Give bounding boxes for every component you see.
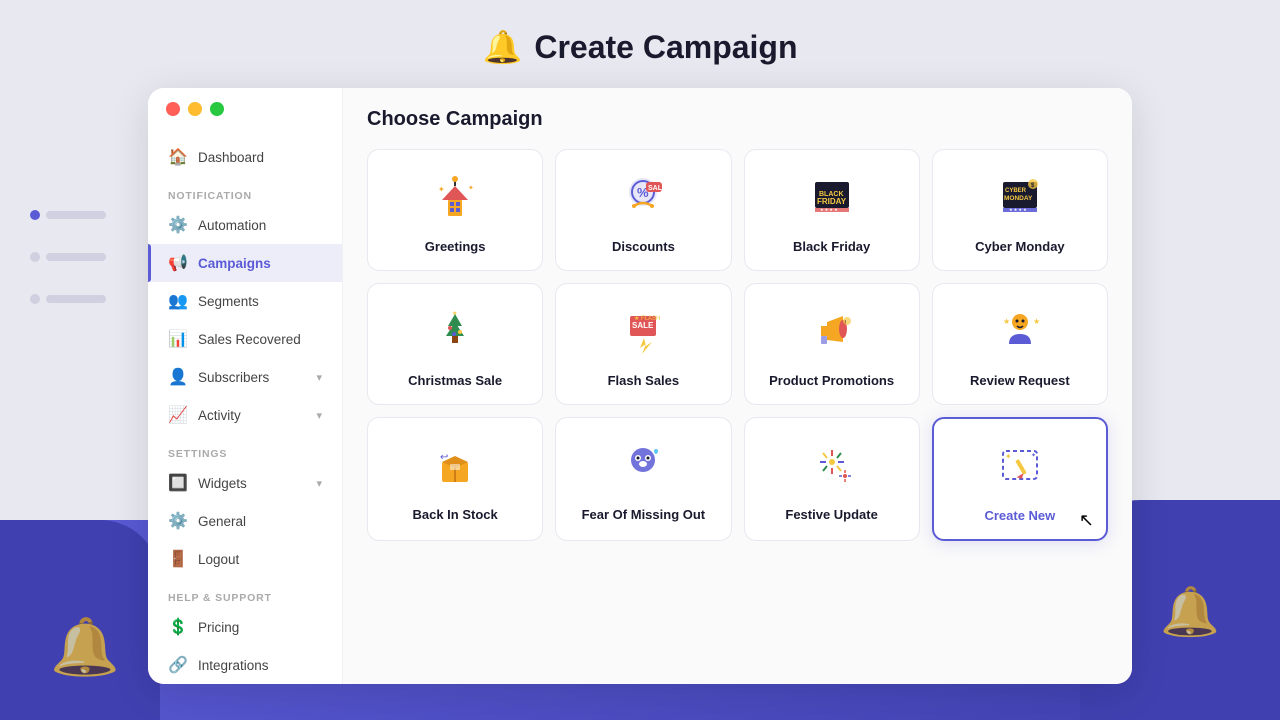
- campaign-card-create-new[interactable]: ✦ ✦ Create New ↖: [932, 417, 1108, 541]
- cyber-monday-icon: CYBER MONDAY ★ ★ ★ ★ $: [995, 172, 1045, 229]
- campaign-grid: ✦ ✦ Greetings %: [367, 149, 1108, 541]
- svg-text:★: ★: [452, 310, 457, 317]
- campaigns-icon: 📢: [168, 253, 188, 273]
- svg-text:★ FLASH: ★ FLASH: [634, 315, 660, 322]
- window-controls: [166, 102, 224, 116]
- review-request-icon: ★ ★: [995, 306, 1045, 363]
- sidebar-item-segments[interactable]: 👥 Segments: [148, 282, 342, 320]
- main-window: 🏠 Dashboard NOTIFICATION ⚙️ Automation 📢…: [148, 88, 1132, 684]
- bell-bottom-right-decoration: 🔔: [1160, 583, 1220, 640]
- page-title: 🔔 Create Campaign: [482, 28, 797, 66]
- integrations-icon: 🔗: [168, 655, 188, 675]
- christmas-sale-icon: ★: [430, 306, 480, 363]
- sidebar-item-logout[interactable]: 🚪 Logout: [148, 540, 342, 578]
- sidebar-item-campaigns[interactable]: 📢 Campaigns: [148, 244, 342, 282]
- activity-chevron: ▾: [316, 409, 322, 422]
- campaign-card-black-friday[interactable]: BLACK FRIDAY ★ ★ ★ ★ Black Friday: [744, 149, 920, 271]
- minimize-button[interactable]: [188, 102, 202, 116]
- svg-text:✦: ✦: [1005, 452, 1012, 461]
- svg-text:↩: ↩: [440, 452, 448, 463]
- svg-text:SALE: SALE: [632, 321, 654, 330]
- svg-text:CYBER: CYBER: [1005, 188, 1027, 194]
- festive-update-icon: [807, 440, 857, 497]
- svg-text:★: ★: [1033, 317, 1040, 326]
- widgets-chevron: ▾: [316, 477, 322, 490]
- svg-text:★ ★ ★ ★: ★ ★ ★ ★: [1009, 207, 1027, 212]
- flash-sales-icon: SALE ★ FLASH: [618, 306, 668, 363]
- product-promotions-icon: !: [807, 306, 857, 363]
- choose-campaign-title: Choose Campaign: [367, 108, 1108, 131]
- subscribers-icon: 👤: [168, 367, 188, 387]
- dashboard-icon: 🏠: [168, 147, 188, 167]
- sidebar-item-pricing[interactable]: 💲 Pricing: [148, 608, 342, 646]
- back-in-stock-icon: ↩: [430, 440, 480, 497]
- sidebar-item-integrations[interactable]: 🔗 Integrations: [148, 646, 342, 684]
- campaign-card-discounts[interactable]: % SALE Discounts: [555, 149, 731, 271]
- create-new-icon: ✦ ✦: [995, 441, 1045, 498]
- widgets-icon: 🔲: [168, 473, 188, 493]
- sidebar: 🏠 Dashboard NOTIFICATION ⚙️ Automation 📢…: [148, 88, 343, 684]
- campaign-card-greetings[interactable]: ✦ ✦ Greetings: [367, 149, 543, 271]
- campaign-card-festive-update[interactable]: Festive Update: [744, 417, 920, 541]
- help-section-label: HELP & SUPPORT: [148, 578, 342, 608]
- sidebar-item-automation[interactable]: ⚙️ Automation: [148, 206, 342, 244]
- black-friday-icon: BLACK FRIDAY ★ ★ ★ ★: [807, 172, 857, 229]
- sidebar-item-general[interactable]: ⚙️ General: [148, 502, 342, 540]
- sidebar-item-activity[interactable]: 📈 Activity ▾: [148, 396, 342, 434]
- sidebar-item-dashboard[interactable]: 🏠 Dashboard: [148, 138, 342, 176]
- svg-text:★: ★: [1003, 317, 1010, 326]
- automation-icon: ⚙️: [168, 215, 188, 235]
- sidebar-decorations: [30, 200, 106, 326]
- cursor-indicator: ↖: [1079, 510, 1094, 531]
- logout-icon: 🚪: [168, 549, 188, 569]
- svg-text:★ ★ ★ ★: ★ ★ ★ ★: [820, 207, 838, 212]
- svg-text:✦: ✦: [438, 185, 445, 194]
- greetings-icon: ✦ ✦: [430, 172, 480, 229]
- bell-icon-title: 🔔: [482, 28, 522, 66]
- campaign-card-cyber-monday[interactable]: CYBER MONDAY ★ ★ ★ ★ $ Cyber Monday: [932, 149, 1108, 271]
- svg-text:FRIDAY: FRIDAY: [817, 197, 847, 206]
- sales-recovered-icon: 📊: [168, 329, 188, 349]
- sidebar-item-subscribers[interactable]: 👤 Subscribers ▾: [148, 358, 342, 396]
- maximize-button[interactable]: [210, 102, 224, 116]
- svg-text:SALE: SALE: [648, 185, 667, 192]
- svg-text:✦: ✦: [468, 184, 474, 192]
- settings-section-label: SETTINGS: [148, 434, 342, 464]
- campaign-card-flash-sales[interactable]: SALE ★ FLASH Flash Sales: [555, 283, 731, 405]
- activity-icon: 📈: [168, 405, 188, 425]
- svg-text:!: !: [845, 320, 846, 326]
- sidebar-item-sales-recovered[interactable]: 📊 Sales Recovered: [148, 320, 342, 358]
- campaign-card-review-request[interactable]: ★ ★ Review Request: [932, 283, 1108, 405]
- svg-text:✦: ✦: [1031, 452, 1036, 459]
- campaign-card-christmas-sale[interactable]: ★ Christmas Sale: [367, 283, 543, 405]
- close-button[interactable]: [166, 102, 180, 116]
- content-area: Choose Campaign ✦: [343, 88, 1132, 684]
- pricing-icon: 💲: [168, 617, 188, 637]
- general-icon: ⚙️: [168, 511, 188, 531]
- campaign-card-fomo[interactable]: Fear Of Missing Out: [555, 417, 731, 541]
- svg-text:MONDAY: MONDAY: [1004, 195, 1033, 202]
- fomo-icon: [618, 440, 668, 497]
- page-header: 🔔 Create Campaign: [0, 0, 1280, 86]
- sidebar-item-widgets[interactable]: 🔲 Widgets ▾: [148, 464, 342, 502]
- campaign-card-back-in-stock[interactable]: ↩ Back In Stock: [367, 417, 543, 541]
- discounts-icon: % SALE: [618, 172, 668, 229]
- campaign-card-product-promotions[interactable]: ! Product Promotions: [744, 283, 920, 405]
- notification-section-label: NOTIFICATION: [148, 176, 342, 206]
- bell-bottom-left-decoration: 🔔: [50, 614, 120, 680]
- subscribers-chevron: ▾: [316, 371, 322, 384]
- segments-icon: 👥: [168, 291, 188, 311]
